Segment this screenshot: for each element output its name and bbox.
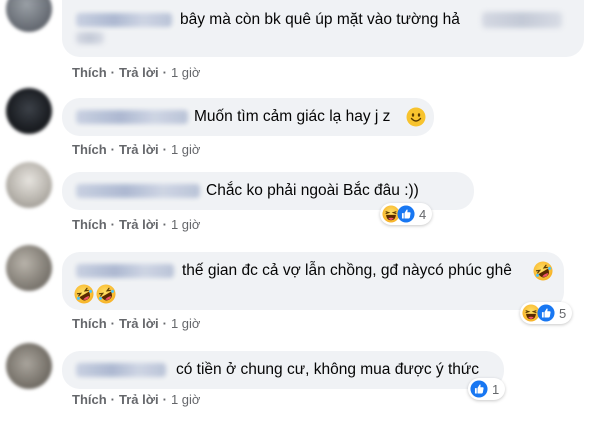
reply-button[interactable]: Trả lời xyxy=(119,217,159,232)
like-button[interactable]: Thích xyxy=(72,392,107,407)
comment-text: Muốn tìm cảm giác lạ hay j z xyxy=(194,108,391,125)
reaction-count: 5 xyxy=(559,305,567,321)
reaction-summary[interactable]: 1 xyxy=(468,378,506,400)
commenter-name[interactable] xyxy=(76,13,172,27)
avatar[interactable] xyxy=(6,245,52,291)
avatar[interactable] xyxy=(6,88,52,134)
comment-actions: Thích · Trả lời · 1 giờ xyxy=(72,142,201,157)
comment-text: thế gian đc cả vợ lẫn chồng, gđ nàycó ph… xyxy=(182,262,512,279)
rofl-emoji-icon xyxy=(96,284,116,304)
timestamp[interactable]: 1 giờ xyxy=(171,142,201,157)
reaction-count: 4 xyxy=(419,206,427,222)
avatar[interactable] xyxy=(6,162,52,208)
reply-button[interactable]: Trả lời xyxy=(119,316,159,331)
comment-actions: Thích · Trả lời · 1 giờ xyxy=(72,392,201,407)
like-reaction-icon xyxy=(470,380,488,398)
comment-actions: Thích · Trả lời · 1 giờ xyxy=(72,65,201,80)
reply-button[interactable]: Trả lời xyxy=(119,142,159,157)
like-button[interactable]: Thích xyxy=(72,217,107,232)
reply-button[interactable]: Trả lời xyxy=(119,65,159,80)
like-button[interactable]: Thích xyxy=(72,65,107,80)
reply-button[interactable]: Trả lời xyxy=(119,392,159,407)
reaction-summary[interactable]: 5 xyxy=(520,302,573,324)
timestamp[interactable]: 1 giờ xyxy=(171,392,201,407)
rofl-emoji-icon xyxy=(74,284,94,304)
like-reaction-icon xyxy=(537,304,555,322)
comment-text: bây mà còn bk quê úp mặt vào tường hả xyxy=(180,11,460,28)
commenter-name[interactable] xyxy=(76,363,166,377)
smile-emoji-icon xyxy=(406,107,426,127)
comment-actions: Thích · Trả lời · 1 giờ xyxy=(72,316,201,331)
avatar[interactable] xyxy=(6,0,52,32)
rofl-emoji-icon xyxy=(533,261,553,281)
like-reaction-icon xyxy=(397,205,415,223)
timestamp[interactable]: 1 giờ xyxy=(171,316,201,331)
comment-text: có tiền ở chung cư, không mua được ý thứ… xyxy=(176,361,480,378)
reaction-summary[interactable]: 4 xyxy=(380,203,433,225)
comment-text: Chắc ko phải ngoài Bắc đâu :)) xyxy=(206,182,419,199)
comment-actions: Thích · Trả lời · 1 giờ xyxy=(72,217,201,232)
commenter-name[interactable] xyxy=(76,110,188,124)
like-button[interactable]: Thích xyxy=(72,142,107,157)
commenter-name[interactable] xyxy=(76,184,200,198)
reaction-count: 1 xyxy=(492,381,500,397)
commenter-name[interactable] xyxy=(76,264,174,278)
redacted-text xyxy=(482,12,562,28)
avatar[interactable] xyxy=(6,343,52,389)
like-button[interactable]: Thích xyxy=(72,316,107,331)
redacted-text xyxy=(76,32,104,44)
timestamp[interactable]: 1 giờ xyxy=(171,217,201,232)
timestamp[interactable]: 1 giờ xyxy=(171,65,201,80)
